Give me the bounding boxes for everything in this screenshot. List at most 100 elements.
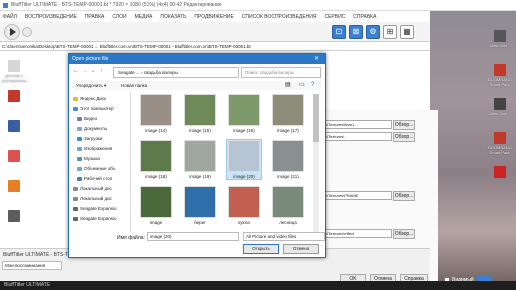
thumbnail-item[interactable]: image (20) xyxy=(226,139,262,180)
filename-input[interactable]: image (20) xyxy=(147,232,239,241)
nav-item[interactable]: Загрузки xyxy=(77,134,133,143)
breadcrumb-segment-2[interactable]: свадьба валеры xyxy=(144,70,178,75)
menu-item-4[interactable]: МЕДИА xyxy=(135,14,153,20)
recent-locations-icon[interactable]: ⌄ xyxy=(91,68,95,74)
thumbnail-item[interactable]: image (16) xyxy=(227,94,261,133)
browse-button-2[interactable]: Обзор... xyxy=(393,132,415,142)
forward-icon[interactable]: → xyxy=(82,68,88,74)
desktop-icon-right[interactable]: BOOMRANG Smart Pack xyxy=(488,132,512,155)
nav-item[interactable]: Изображения xyxy=(77,144,133,153)
search-input[interactable]: Поиск: свадьба валеры xyxy=(241,67,321,78)
thumbnail-item[interactable]: image xyxy=(139,186,173,225)
file-path-bar: C:\Users\veronika\Desktop\BTS-TEMP-00001… xyxy=(0,42,430,51)
file-grid: image (14) image (15) image (16) image (17)… xyxy=(135,94,311,232)
menu-item-3[interactable]: СЛОИ xyxy=(112,14,126,20)
nav-item[interactable]: Рабочий стол xyxy=(77,174,133,183)
organize-button[interactable]: Упорядочить ▾ xyxy=(76,81,106,90)
toolbar-tool-5-button[interactable]: ▦ xyxy=(400,25,414,39)
menu-item-5[interactable]: ПОКАЗАТЬ xyxy=(160,14,186,20)
desktop-icon-left[interactable] xyxy=(2,180,26,193)
stop-button[interactable] xyxy=(22,27,32,37)
toolbar-tool-3-button[interactable]: ⚙ xyxy=(366,25,380,39)
dialog-close-icon[interactable]: ✕ xyxy=(314,55,319,62)
thumbnail-item[interactable]: image (15) xyxy=(183,94,217,133)
preview-pane-icon[interactable]: ▭ xyxy=(299,81,305,90)
nav-item[interactable]: Локальный дис xyxy=(73,194,129,203)
desktop-icon-left[interactable] xyxy=(2,120,26,133)
thumbnail-item[interactable]: лесница xyxy=(271,186,305,225)
menu-item-0[interactable]: ФАЙЛ xyxy=(3,14,17,20)
thumbnail-label: image (16) xyxy=(233,128,255,133)
dialog-cancel-button[interactable]: Отмена xyxy=(283,244,319,254)
back-icon[interactable]: ← xyxy=(73,68,79,74)
desktop-folder-icon xyxy=(77,176,82,181)
nav-item[interactable]: Яндекс.Диск xyxy=(73,94,129,103)
nav-item[interactable]: Seagate Expansio xyxy=(73,204,129,213)
desktop-icon-right[interactable] xyxy=(488,166,512,179)
desktop-icon-right[interactable]: BOOMRANG Smart Pack xyxy=(488,64,512,87)
taskbar-app-title[interactable]: BluffTitler ULTIMATE xyxy=(4,282,50,288)
address-bar[interactable]: Seagate ... › свадьба валеры xyxy=(113,67,239,78)
menu-item-9[interactable]: СПРАВКА xyxy=(353,14,376,20)
thumbnail-item[interactable]: берег xyxy=(183,186,217,225)
nav-item[interactable]: Seagate Expansio xyxy=(73,214,129,223)
menu-item-6[interactable]: ПРОДВИЖЕНИЕ xyxy=(194,14,233,20)
desktop-icon-image xyxy=(8,60,20,72)
nav-item[interactable]: Этот компьютер xyxy=(73,104,129,113)
help-icon[interactable]: ? xyxy=(311,81,314,90)
desktop-icon-label: BOOMRANG Smart Pack xyxy=(488,145,512,155)
browse-button-4[interactable]: Обзор... xyxy=(393,229,415,239)
thumbnail-label: image (20) xyxy=(233,174,255,179)
desktop-icon-image xyxy=(8,150,20,162)
browse-button-3[interactable]: Обзор... xyxy=(393,191,415,201)
thumbnail-item[interactable]: кукла xyxy=(227,186,261,225)
view-options-icon[interactable]: ▤ xyxy=(285,81,291,90)
menu-item-8[interactable]: СЕРВИС xyxy=(324,14,345,20)
video-folder-icon xyxy=(77,116,82,121)
browse-button-1[interactable]: Обзор... xyxy=(393,120,415,130)
new-folder-button[interactable]: Новая папка xyxy=(121,81,147,90)
nav-item[interactable]: Объемные объ xyxy=(77,164,133,173)
thumbnail-label: image (18) xyxy=(145,174,167,179)
filename-label: Имя файла: xyxy=(117,235,145,241)
desktop-icon-left[interactable] xyxy=(2,150,26,163)
menu-item-7[interactable]: СПИСОК ВОСПРОИЗВЕДЕНИЯ xyxy=(242,14,317,20)
toolbar-tool-4-button[interactable]: ⊞ xyxy=(383,25,397,39)
open-button[interactable]: Открыть xyxy=(243,244,279,254)
thumbnail-item[interactable]: image (19) xyxy=(183,140,217,179)
thumbnail-image xyxy=(140,140,172,172)
documents-folder-icon xyxy=(77,126,82,131)
desktop-icon-left[interactable] xyxy=(2,210,26,223)
menu-item-2[interactable]: ПРАВКА xyxy=(85,14,105,20)
thumbnail-image xyxy=(228,94,260,126)
nav-item[interactable]: Локальный дис xyxy=(73,184,129,193)
desktop-icon-label: договор с расторжение... xyxy=(2,73,30,83)
memories-item[interactable]: Мои воспоминания xyxy=(2,261,62,270)
scrollbar-thumb[interactable] xyxy=(313,94,319,142)
nav-item[interactable]: Видео xyxy=(77,114,133,123)
desktop-icon-label: Alien Skin... xyxy=(489,111,511,116)
nav-item[interactable]: Музыка xyxy=(77,154,133,163)
up-icon[interactable]: ↑ xyxy=(100,68,103,74)
toolbar-tool-2-button[interactable]: ⊠ xyxy=(349,25,363,39)
thumbnail-label: image xyxy=(149,220,163,225)
thumbnail-item[interactable]: image (18) xyxy=(139,140,173,179)
nav-item-label: Рабочий стол xyxy=(84,176,113,181)
menu-item-1[interactable]: ВОСПРОИЗВЕДЕНИЕ xyxy=(25,14,77,20)
thumbnail-item[interactable]: image (21) xyxy=(271,140,305,179)
desktop-icon-right[interactable]: Alien Skin... xyxy=(488,98,512,116)
filetype-select[interactable]: All Picture and video files xyxy=(243,232,325,241)
nav-item[interactable]: Документы xyxy=(77,124,133,133)
toolbar-tool-1-button[interactable]: ⊡ xyxy=(332,25,346,39)
play-button[interactable] xyxy=(4,24,20,40)
desktop-icon-right[interactable]: Alien Skin... xyxy=(488,30,512,48)
drive-icon xyxy=(73,196,78,201)
nav-item-label: Объемные объ xyxy=(84,166,116,171)
desktop-icon-label: Alien Skin... xyxy=(489,43,511,48)
breadcrumb-segment-1[interactable]: Seagate ... xyxy=(118,70,140,75)
desktop-icon-left[interactable]: договор с расторжение... xyxy=(2,60,30,83)
desktop-icon-image xyxy=(494,132,506,144)
thumbnail-item[interactable]: image (14) xyxy=(139,94,173,133)
thumbnail-item[interactable]: image (17) xyxy=(271,94,305,133)
desktop-icon-left[interactable] xyxy=(2,90,26,103)
